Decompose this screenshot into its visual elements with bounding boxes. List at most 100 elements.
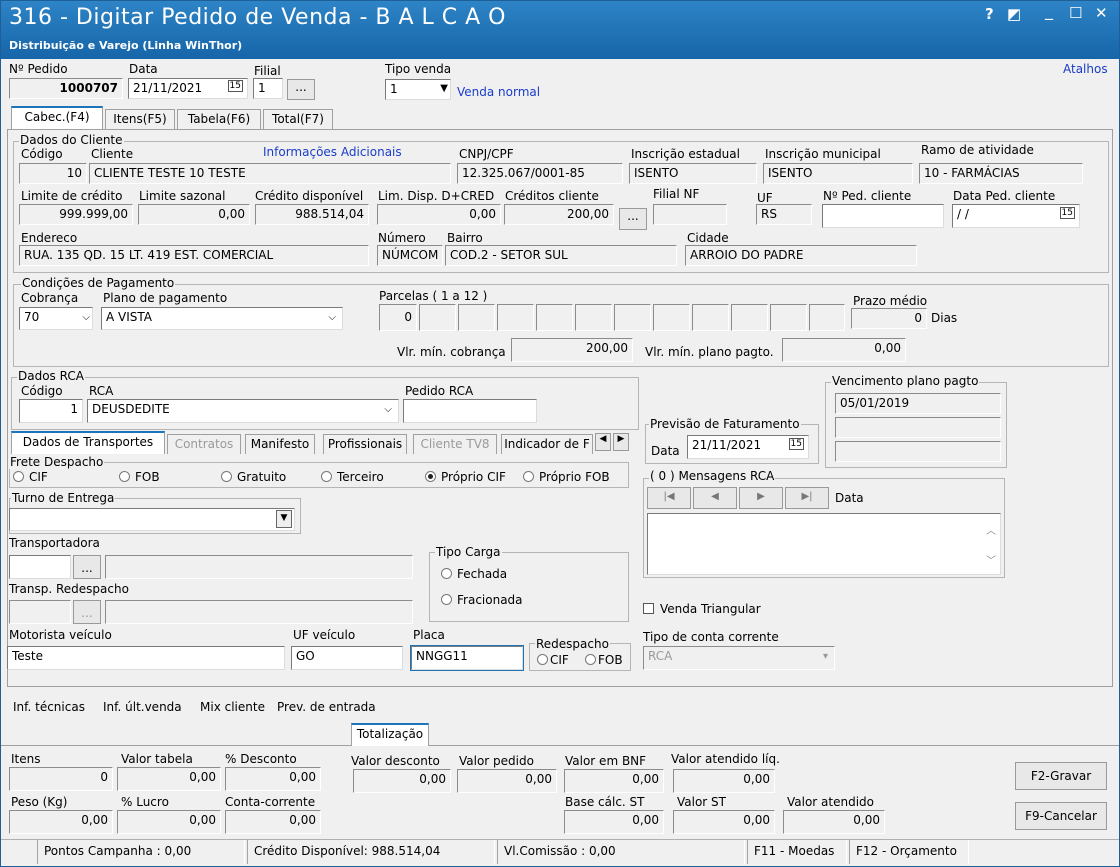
redesp-lookup-button[interactable]: ... <box>73 600 101 624</box>
radio-icon <box>119 471 130 482</box>
subtab-contratos[interactable]: Contratos <box>167 434 241 454</box>
disp-field: 988.514,04 <box>255 204 369 225</box>
frete-proprio-cif-label: Próprio CIF <box>441 470 506 484</box>
subtab-profissionais[interactable]: Profissionais <box>323 434 407 454</box>
scroll-down-icon[interactable]: ﹀ <box>986 552 996 567</box>
gravar-button[interactable]: F2-Gravar <box>1015 762 1107 790</box>
transp-codigo-field[interactable] <box>9 555 71 579</box>
data-ped-value: / / <box>957 207 969 221</box>
plano-select[interactable]: A VISTA ⌵ <box>101 307 343 330</box>
frete-proprio-cif-radio[interactable]: Próprio CIF <box>425 470 506 484</box>
prev-record-icon[interactable]: ◀ <box>693 487 737 509</box>
cobranca-select[interactable]: 70 ⌵ <box>19 307 93 330</box>
carga-fechada-radio[interactable]: Fechada <box>441 567 507 581</box>
chevron-down-icon[interactable]: ▼ <box>276 510 292 528</box>
calendar-icon[interactable]: 15 <box>227 80 243 92</box>
frete-cif-radio[interactable]: CIF <box>13 470 48 484</box>
mensagens-textarea[interactable]: ︿ ﹀ <box>647 513 1001 575</box>
cancelar-button[interactable]: F9-Cancelar <box>1015 802 1107 830</box>
ie-label: Inscrição estadual <box>631 147 740 161</box>
mix-cliente-link[interactable]: Mix cliente <box>200 700 265 714</box>
cc-field: 0,00 <box>225 810 321 834</box>
rca-value: DEUSDEDITE <box>92 402 170 416</box>
subtab-indicador[interactable]: Indicador de F <box>501 434 593 454</box>
bairro-label: Bairro <box>447 231 483 245</box>
help-icon[interactable]: ? <box>985 5 994 23</box>
tipo-venda-select[interactable]: 1 ▼ <box>385 79 451 100</box>
motorista-field[interactable]: Teste <box>7 646 285 670</box>
chevron-down-icon: ⌵ <box>82 312 90 323</box>
filial-lookup-button[interactable]: ... <box>287 79 315 100</box>
pedido-rca-field[interactable] <box>403 399 537 423</box>
parcela-field <box>536 304 573 331</box>
subtab-cliente-tv8[interactable]: Cliente TV8 <box>413 434 497 454</box>
tipo-conta-select[interactable]: RCA ▾ <box>643 646 835 670</box>
rca-select[interactable]: DEUSDEDITE ⌵ <box>87 399 399 423</box>
tab-itens[interactable]: Itens(F5) <box>105 109 175 129</box>
nped-field[interactable] <box>822 204 944 228</box>
transp-lookup-button[interactable]: ... <box>73 555 101 579</box>
calendar-icon[interactable]: 15 <box>788 438 804 450</box>
inf-tecnicas-link[interactable]: Inf. técnicas <box>13 700 85 714</box>
minimize-icon[interactable]: _ <box>1045 1 1053 20</box>
frete-gratuito-radio[interactable]: Gratuito <box>221 470 286 484</box>
subtab-transportes[interactable]: Dados de Transportes <box>11 431 165 454</box>
carga-fracionada-radio[interactable]: Fracionada <box>441 593 523 607</box>
maximize-icon[interactable]: ☐ <box>1069 4 1082 22</box>
frete-proprio-fob-radio[interactable]: Próprio FOB <box>523 470 610 484</box>
frete-fob-radio[interactable]: FOB <box>119 470 160 484</box>
prev-entrada-link[interactable]: Prev. de entrada <box>277 700 376 714</box>
carga-fracionada-label: Fracionada <box>457 593 523 607</box>
previsao-data-field[interactable]: 21/11/2021 15 <box>687 435 809 459</box>
status-moedas[interactable]: F11 - Moedas <box>747 840 847 864</box>
tab-tabela[interactable]: Tabela(F6) <box>177 109 261 129</box>
last-record-icon[interactable]: ▶| <box>785 487 829 509</box>
parcelas-label: Parcelas ( 1 a 12 ) <box>379 289 488 303</box>
restore-icon[interactable]: ◩ <box>1007 5 1021 23</box>
tab-totalizacao[interactable]: Totalização <box>351 723 429 746</box>
redespacho-fob-radio[interactable]: FOB <box>585 653 623 667</box>
turno-select[interactable]: ▼ <box>9 508 295 531</box>
tab-cabec[interactable]: Cabec.(F4) <box>11 106 103 129</box>
tipo-carga-group <box>429 552 629 622</box>
tipo-venda-desc: Venda normal <box>457 85 541 99</box>
data-value: 21/11/2021 <box>133 81 203 95</box>
close-icon[interactable]: ✕ <box>1095 4 1108 22</box>
codigo-label: Código <box>21 147 63 161</box>
calendar-icon[interactable]: 15 <box>1059 207 1075 219</box>
subtab-manifesto[interactable]: Manifesto <box>245 434 315 454</box>
status-orcamento[interactable]: F12 - Orçamento <box>849 840 969 864</box>
uf-label: UF <box>757 191 773 205</box>
vdesc-field: 0,00 <box>353 769 451 793</box>
next-record-icon[interactable]: ▶ <box>739 487 783 509</box>
first-record-icon[interactable]: |◀ <box>647 487 691 509</box>
frete-terceiro-radio[interactable]: Terceiro <box>321 470 384 484</box>
atalhos-link[interactable]: Atalhos <box>1063 62 1108 76</box>
chevron-down-icon: ▾ <box>822 651 828 662</box>
creditos-lookup-button[interactable]: ... <box>619 208 647 230</box>
inf-ult-venda-link[interactable]: Inf. últ.venda <box>103 700 182 714</box>
pagamento-group-title: Condições de Pagamento <box>21 276 176 290</box>
placa-field[interactable]: NNGG11 <box>410 645 524 671</box>
frete-terceiro-label: Terceiro <box>337 470 384 484</box>
venda-triangular-checkbox[interactable]: Venda Triangular <box>643 602 761 616</box>
scroll-left-icon[interactable]: ◀ <box>595 433 611 451</box>
im-label: Inscrição municipal <box>765 147 881 161</box>
vmin-plano-field: 0,00 <box>782 338 906 362</box>
checkbox-icon <box>643 603 654 614</box>
tab-total[interactable]: Total(F7) <box>263 109 333 129</box>
filial-label: Filial <box>254 64 281 78</box>
redespacho-cif-radio[interactable]: CIF <box>537 653 569 667</box>
window-title: 316 - Digitar Pedido de Venda - B A L C … <box>9 5 506 30</box>
filial-field[interactable]: 1 <box>253 78 283 99</box>
info-adicionais-link[interactable]: Informações Adicionais <box>263 145 402 159</box>
cnpj-field: 12.325.067/0001-85 <box>457 163 623 184</box>
parcela-field: 0 <box>379 304 417 331</box>
status-pontos: Pontos Campanha : 0,00 <box>37 840 245 864</box>
scroll-up-icon[interactable]: ︿ <box>986 522 996 537</box>
rca-codigo-field[interactable]: 1 <box>19 399 83 423</box>
data-ped-field[interactable]: / / 15 <box>952 204 1080 228</box>
data-field[interactable]: 21/11/2021 15 <box>128 78 248 99</box>
scroll-right-icon[interactable]: ▶ <box>613 433 629 451</box>
ufv-field[interactable]: GO <box>291 646 403 670</box>
